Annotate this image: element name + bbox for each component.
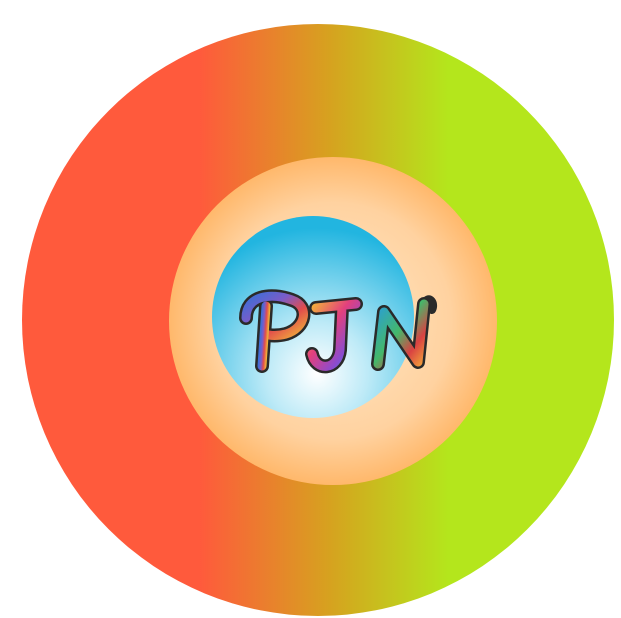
pjn-logo [0,0,621,618]
logo-graphic [22,24,614,616]
